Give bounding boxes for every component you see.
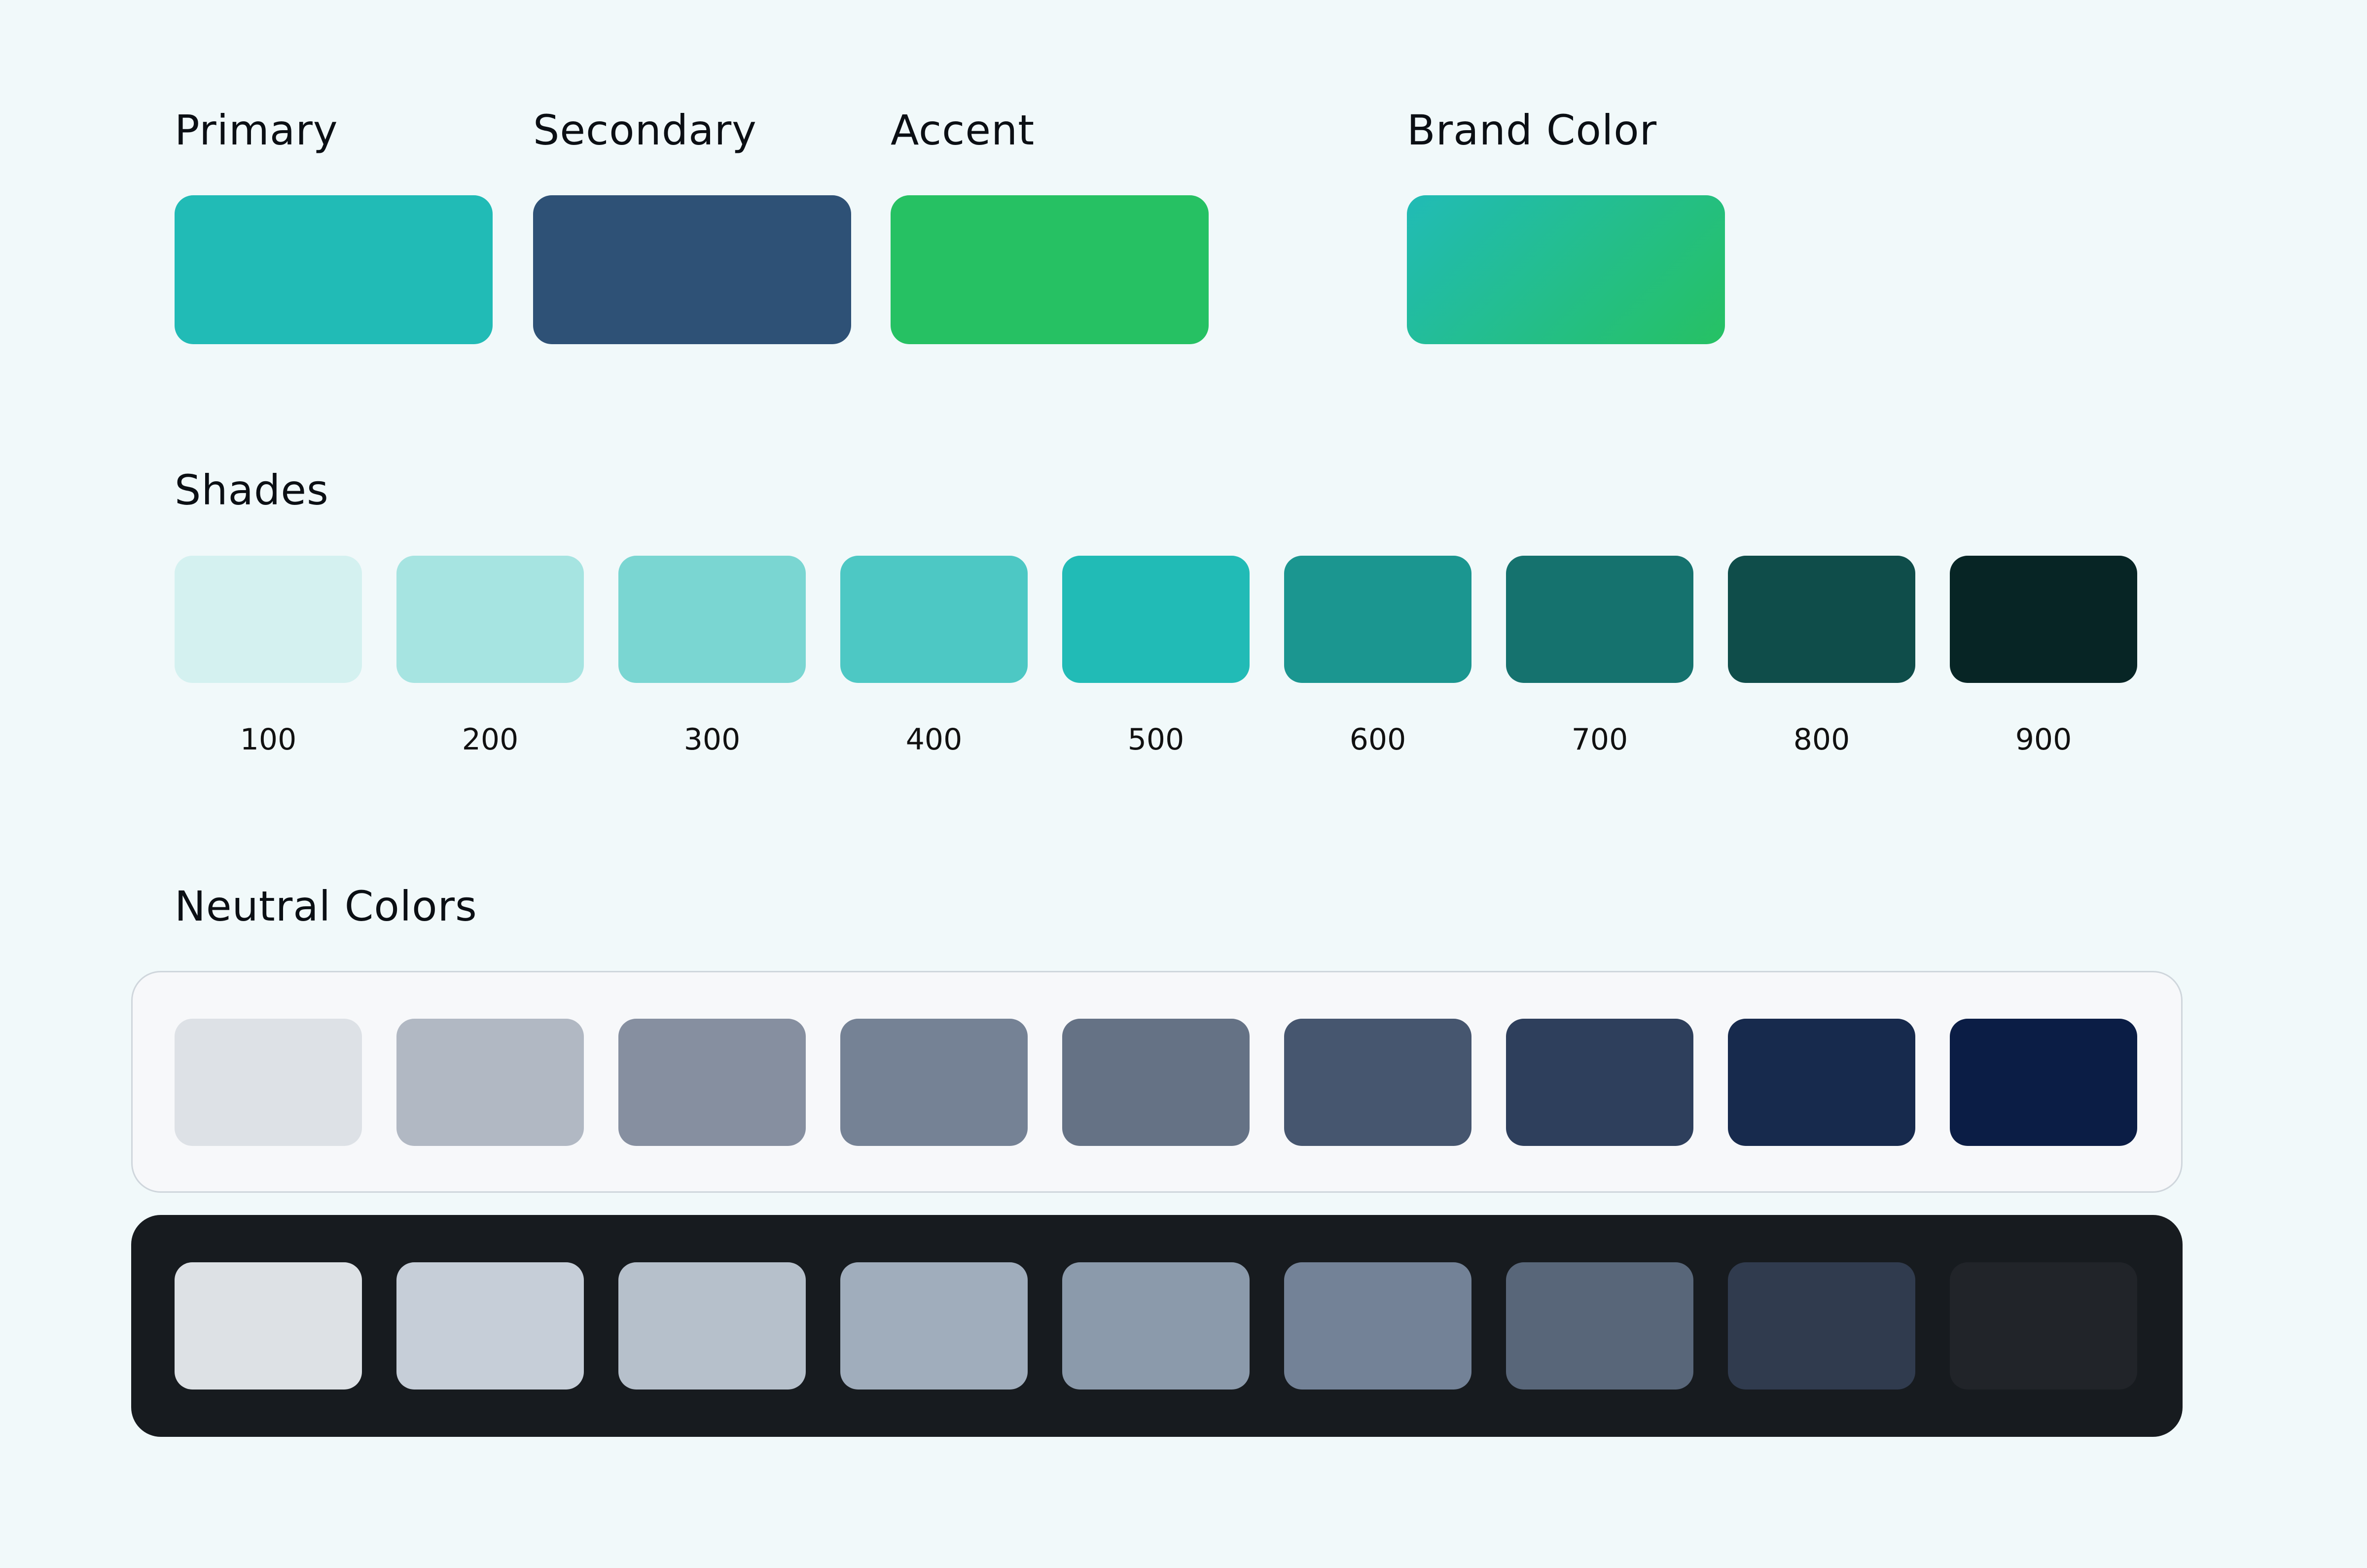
neutral-dark-swatch-3[interactable] <box>618 1262 806 1390</box>
neutral-dark-swatch-5[interactable] <box>1062 1262 1250 1390</box>
shade-label-300: 300 <box>683 722 741 757</box>
neutral-dark-swatch-9[interactable] <box>1950 1262 2137 1390</box>
shade-swatch-800[interactable] <box>1728 556 1915 683</box>
shade-label-400: 400 <box>905 722 963 757</box>
shade-swatch-600[interactable] <box>1284 556 1471 683</box>
brand-color-label: Brand Color <box>1407 106 1657 154</box>
shade-swatch-900[interactable] <box>1950 556 2137 683</box>
shade-label-500: 500 <box>1127 722 1184 757</box>
primary-label: Primary <box>175 106 338 154</box>
neutral-light-swatch-6[interactable] <box>1284 1019 1471 1146</box>
shade-label-200: 200 <box>462 722 519 757</box>
neutral-dark-swatch-6[interactable] <box>1284 1262 1471 1390</box>
shade-swatch-500[interactable] <box>1062 556 1250 683</box>
neutral-light-swatch-5[interactable] <box>1062 1019 1250 1146</box>
neutral-light-swatch-2[interactable] <box>396 1019 584 1146</box>
neutral-light-swatch-7[interactable] <box>1506 1019 1693 1146</box>
shade-swatch-700[interactable] <box>1506 556 1693 683</box>
neutral-dark-swatch-1[interactable] <box>175 1262 362 1390</box>
shade-label-100: 100 <box>240 722 297 757</box>
shade-label-800: 800 <box>1793 722 1850 757</box>
shade-label-900: 900 <box>2015 722 2072 757</box>
shade-swatch-400[interactable] <box>840 556 1028 683</box>
neutral-light-swatch-4[interactable] <box>840 1019 1028 1146</box>
neutral-light-swatch-3[interactable] <box>618 1019 806 1146</box>
brand-color-swatch[interactable] <box>1407 195 1725 344</box>
secondary-label: Secondary <box>533 106 757 154</box>
accent-swatch[interactable] <box>891 195 1209 344</box>
neutral-dark-swatch-7[interactable] <box>1506 1262 1693 1390</box>
neutral-light-swatch-8[interactable] <box>1728 1019 1915 1146</box>
neutral-dark-swatch-2[interactable] <box>396 1262 584 1390</box>
shade-label-700: 700 <box>1571 722 1628 757</box>
shades-title: Shades <box>175 466 329 514</box>
primary-swatch[interactable] <box>175 195 493 344</box>
neutral-light-swatch-9[interactable] <box>1950 1019 2137 1146</box>
neutral-dark-swatch-8[interactable] <box>1728 1262 1915 1390</box>
accent-label: Accent <box>891 106 1035 154</box>
shade-swatch-200[interactable] <box>396 556 584 683</box>
secondary-swatch[interactable] <box>533 195 851 344</box>
neutral-colors-title: Neutral Colors <box>175 882 477 930</box>
shade-label-600: 600 <box>1349 722 1406 757</box>
shade-swatch-300[interactable] <box>618 556 806 683</box>
neutral-dark-swatch-4[interactable] <box>840 1262 1028 1390</box>
neutral-light-swatch-1[interactable] <box>175 1019 362 1146</box>
shade-swatch-100[interactable] <box>175 556 362 683</box>
